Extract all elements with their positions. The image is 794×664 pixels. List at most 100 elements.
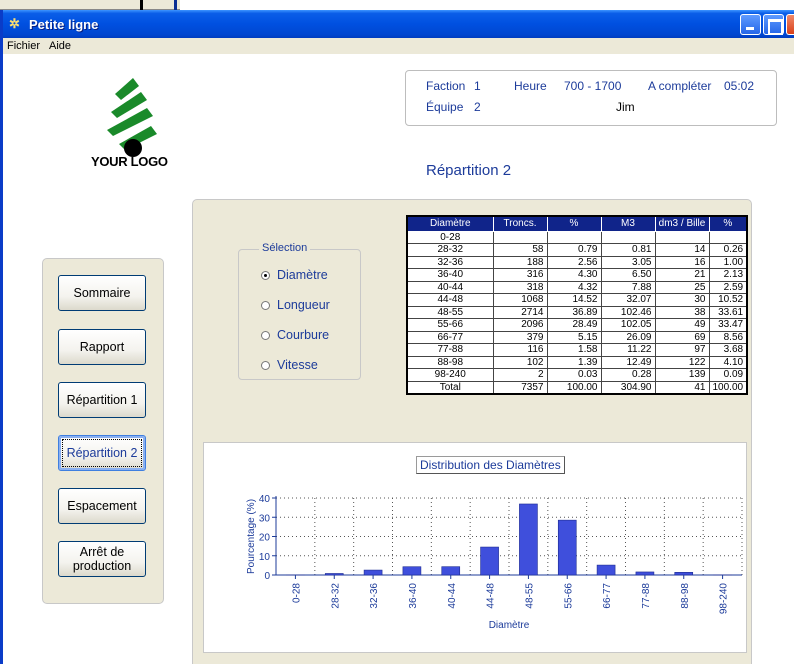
- rapport-button[interactable]: Rapport: [58, 329, 146, 365]
- table-cell: 44-48: [406, 293, 494, 307]
- radio-indicator: [261, 360, 270, 370]
- table-cell: 48-55: [406, 305, 494, 319]
- main-panel: Sélection Diamètre Longueur Courbure Vit…: [192, 199, 752, 664]
- table-cell: 5.15: [546, 330, 602, 344]
- table-row: 36-40 316 4.30 6.50 21 2.13: [406, 268, 748, 282]
- distribution-table: Diamètre Troncs. % M3 dm3 / Bille % 0-28…: [406, 215, 749, 395]
- sommaire-button[interactable]: Sommaire: [58, 275, 146, 311]
- table-cell: 66-77: [406, 330, 494, 344]
- close-button[interactable]: [786, 14, 794, 35]
- radio-vitesse[interactable]: Vitesse: [261, 358, 318, 372]
- repartition-2-button[interactable]: Répartition 2: [58, 435, 146, 471]
- table-cell: 77-88: [406, 343, 494, 357]
- bar: [363, 569, 383, 576]
- table-cell: 10.52: [708, 293, 748, 307]
- table-cell: 14: [654, 243, 710, 257]
- table-cell: 97: [654, 343, 710, 357]
- heure-label: Heure: [514, 79, 547, 93]
- faction-value: 1: [474, 79, 481, 93]
- table-cell: [708, 230, 748, 244]
- app-icon: ✲: [9, 16, 20, 31]
- table-cell: 6.50: [600, 268, 656, 282]
- table-cell: 4.10: [708, 355, 748, 369]
- table-cell: 28-32: [406, 243, 494, 257]
- table-cell: 100.00: [708, 380, 748, 394]
- radio-indicator-selected: [261, 270, 270, 280]
- table-cell: 30: [654, 293, 710, 307]
- table-cell: 1.39: [546, 355, 602, 369]
- bar: [324, 573, 344, 576]
- table-cell: 0.03: [546, 368, 602, 382]
- table-cell: 21: [654, 268, 710, 282]
- menu-aide[interactable]: Aide: [49, 40, 71, 52]
- minimize-button[interactable]: [740, 14, 761, 35]
- table-cell: 2: [492, 368, 548, 382]
- selection-legend: Sélection: [259, 242, 311, 254]
- table-cell: 122: [654, 355, 710, 369]
- y-tick-label: 10: [259, 552, 271, 563]
- radio-diametre[interactable]: Diamètre: [261, 268, 328, 282]
- table-cell: 139: [654, 368, 710, 382]
- x-tick-label: 28-32: [330, 583, 341, 609]
- table-cell: 0-28: [406, 230, 494, 244]
- x-tick-label: 55-66: [563, 583, 574, 609]
- table-cell: 26.09: [600, 330, 656, 344]
- logo-text: YOUR LOGO: [91, 154, 168, 169]
- table-cell: 3.05: [600, 255, 656, 269]
- table-cell: 102.46: [600, 305, 656, 319]
- x-axis-label: Diamètre: [489, 620, 530, 631]
- column-header: %: [546, 215, 602, 232]
- faction-label: Faction: [426, 79, 466, 93]
- table-cell: 7357: [492, 380, 548, 394]
- table-cell: 116: [492, 343, 548, 357]
- title-bar[interactable]: ✲ Petite ligne: [3, 10, 794, 38]
- table-cell: 41: [654, 380, 710, 394]
- y-axis-label: Pourcentage (%): [246, 499, 257, 574]
- table-row: 66-77 379 5.15 26.09 69 8.56: [406, 330, 748, 344]
- x-tick-label: 0-28: [291, 583, 302, 603]
- table-cell: 36-40: [406, 268, 494, 282]
- bar: [519, 503, 538, 576]
- chart-container: Distribution des Diamètres 0 10 20 30 40 0-28…: [203, 442, 747, 653]
- completer-label: A compléter: [648, 79, 712, 93]
- table-cell: 0.79: [546, 243, 602, 257]
- table-cell: 49: [654, 318, 710, 332]
- table-cell: 12.49: [600, 355, 656, 369]
- table-cell: 55-66: [406, 318, 494, 332]
- table-cell: 40-44: [406, 280, 494, 294]
- radio-courbure[interactable]: Courbure: [261, 328, 329, 342]
- x-tick-label: 48-55: [524, 583, 535, 609]
- x-tick-label: 36-40: [408, 583, 419, 609]
- maximize-button[interactable]: [763, 14, 784, 35]
- espacement-button[interactable]: Espacement: [58, 488, 146, 524]
- bar: [402, 566, 422, 576]
- repartition-1-button[interactable]: Répartition 1: [58, 382, 146, 418]
- page-title: Répartition 2: [426, 162, 512, 179]
- app-window: ✲ Petite ligne Fichier Aide YOUR LOGO Fa…: [0, 10, 794, 664]
- table-cell: 4.32: [546, 280, 602, 294]
- table-cell: 8.56: [708, 330, 748, 344]
- table-row: 44-48 1068 14.52 32.07 30 10.52: [406, 293, 748, 307]
- x-tick-label: 32-36: [369, 583, 380, 609]
- table-row: 77-88 116 1.58 11.22 97 3.68: [406, 343, 748, 357]
- bar: [635, 571, 655, 576]
- column-header: dm3 / Bille: [654, 215, 710, 232]
- radio-label: Courbure: [277, 328, 330, 342]
- x-tick-label: 66-77: [602, 583, 613, 609]
- menu-fichier[interactable]: Fichier: [7, 40, 40, 52]
- table-cell: 3.68: [708, 343, 748, 357]
- radio-longueur[interactable]: Longueur: [261, 298, 330, 312]
- radio-indicator: [261, 330, 270, 340]
- table-cell: 4.30: [546, 268, 602, 282]
- table-cell: 2096: [492, 318, 548, 332]
- table-cell: 7.88: [600, 280, 656, 294]
- x-tick-label: 44-48: [486, 583, 497, 609]
- table-cell: [546, 230, 602, 244]
- table-cell: 14.52: [546, 293, 602, 307]
- arret-production-button[interactable]: Arrêt de production: [58, 541, 146, 577]
- menu-bar: Fichier Aide: [3, 38, 794, 54]
- column-header: Diamètre: [406, 215, 494, 232]
- table-cell: 0.26: [708, 243, 748, 257]
- selection-group: Sélection Diamètre Longueur Courbure Vit…: [238, 242, 361, 380]
- table-row: 0-28: [406, 230, 748, 244]
